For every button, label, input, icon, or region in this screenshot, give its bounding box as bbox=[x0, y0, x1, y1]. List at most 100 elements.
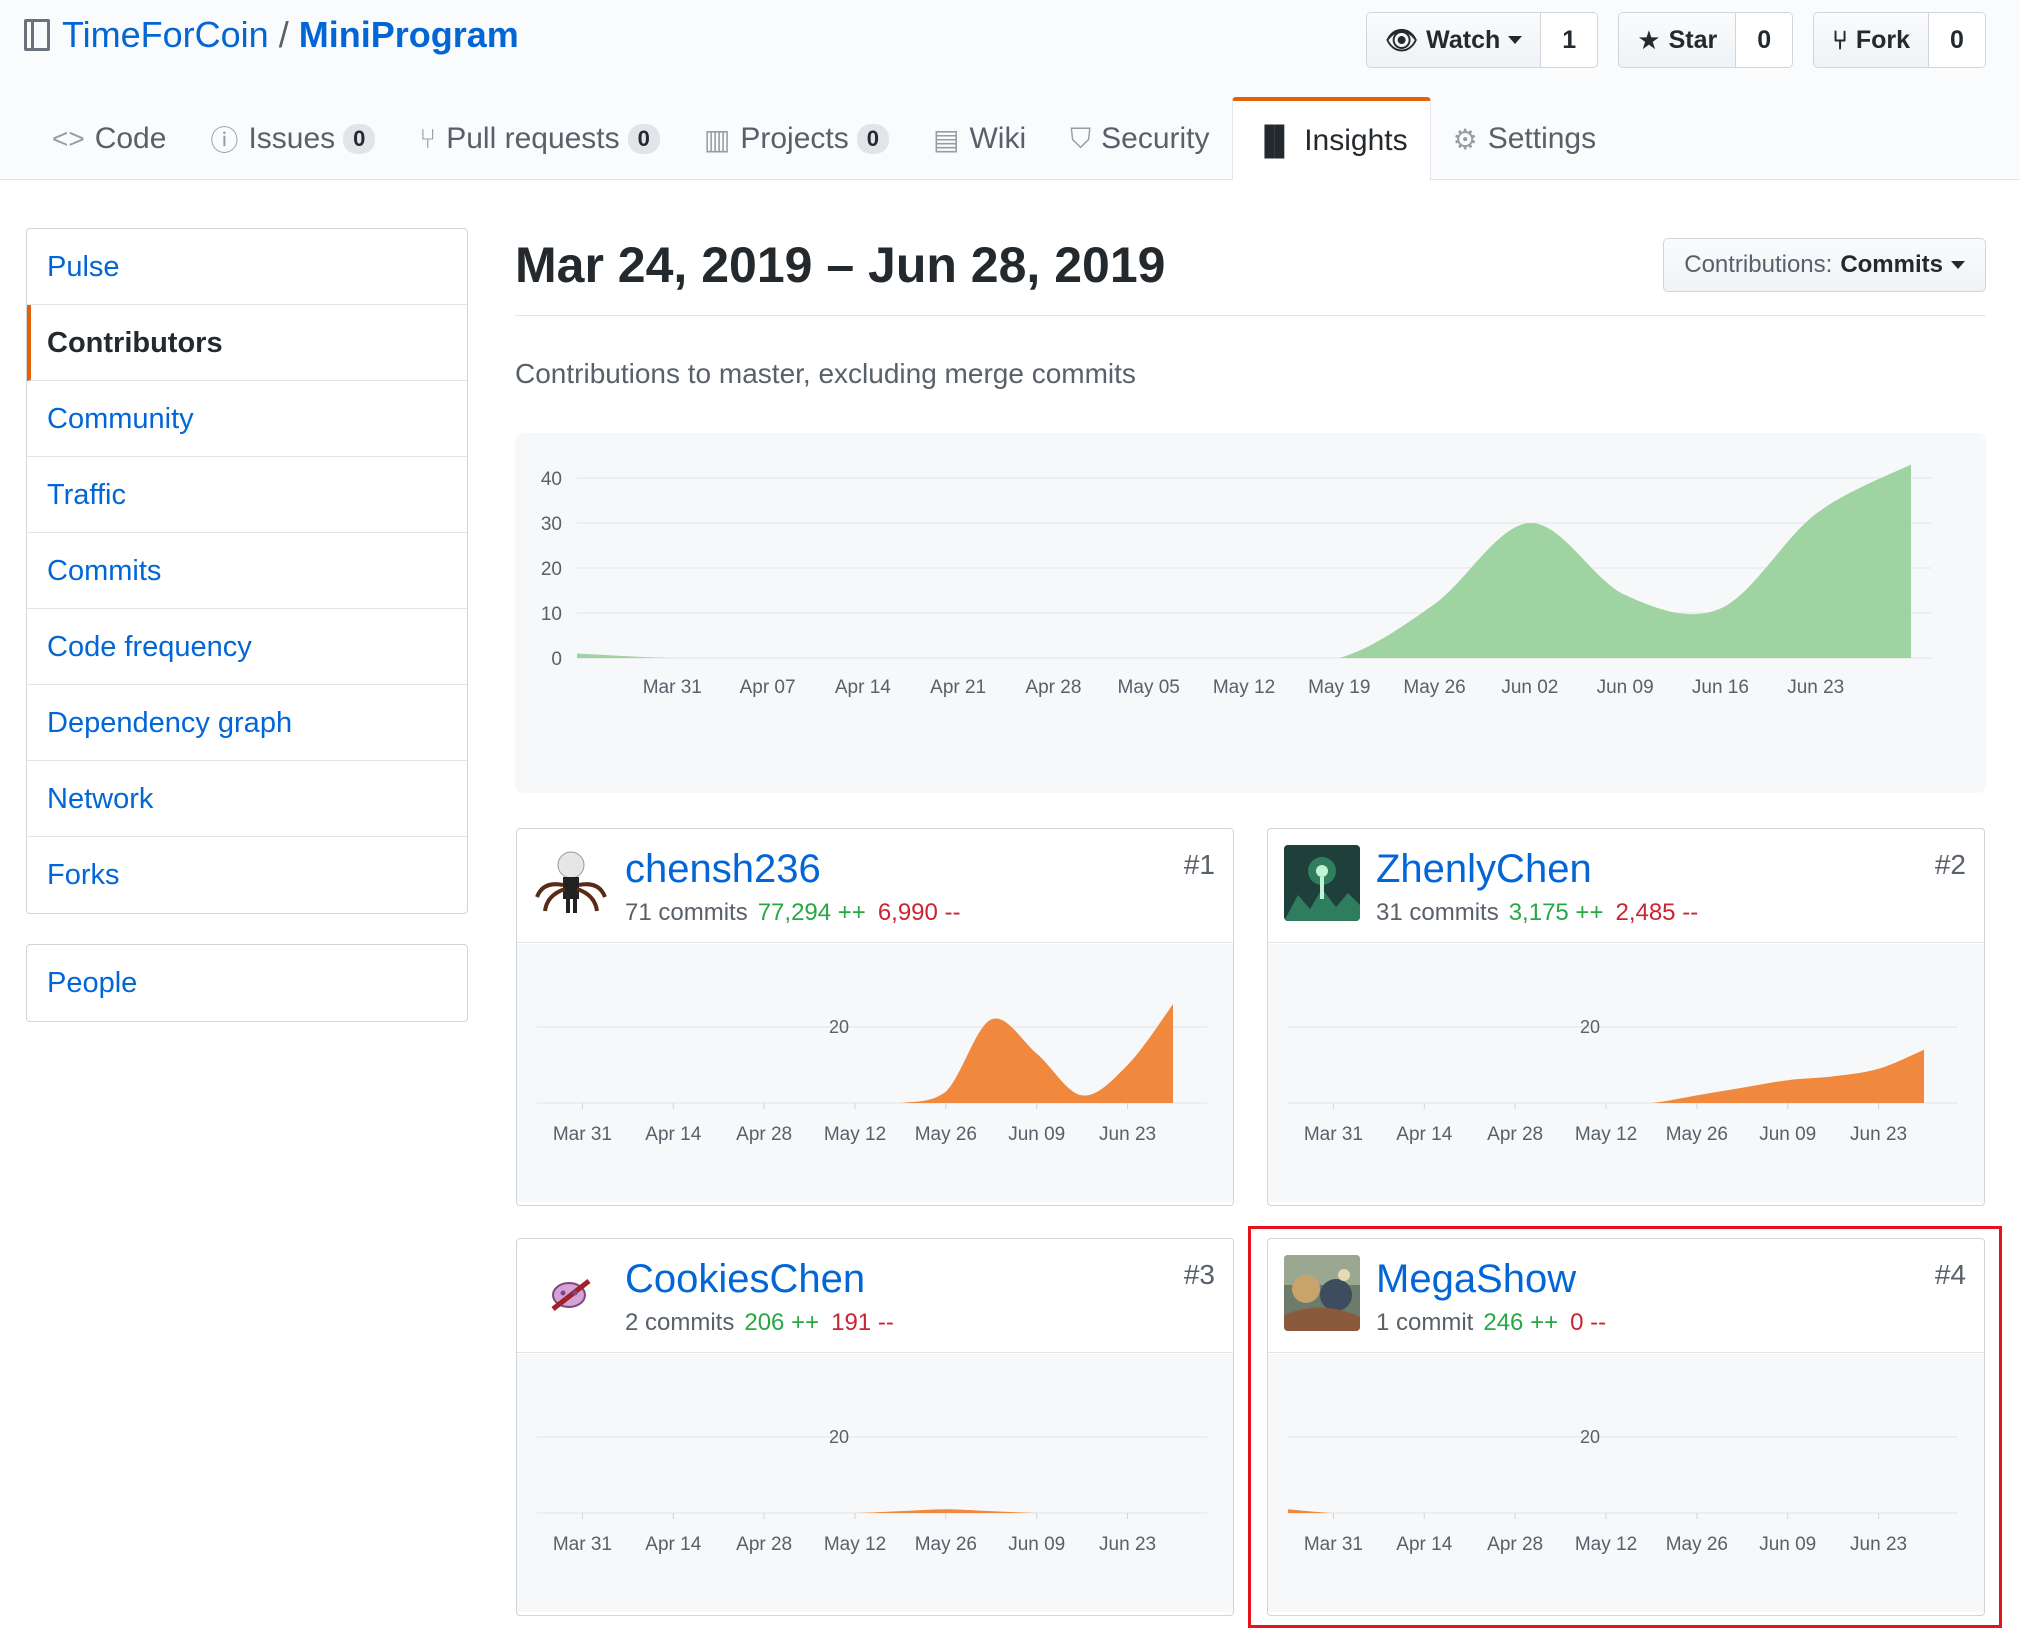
people-menu: People bbox=[26, 944, 468, 1022]
x-tick-label: Apr 28 bbox=[1487, 1124, 1543, 1145]
repo-name-link[interactable]: MiniProgram bbox=[299, 14, 519, 56]
contributor-login-link[interactable]: CookiesChen bbox=[625, 1257, 865, 1302]
contributor-chart: 20 Mar 31 Apr 14 Apr 28 May 12 May 26 Jun 09 Ju… bbox=[517, 1354, 1233, 1612]
avatar[interactable] bbox=[1284, 845, 1360, 921]
x-tick-label: Apr 14 bbox=[645, 1124, 701, 1145]
project-icon: ▥ bbox=[703, 123, 731, 155]
x-tick-label: May 26 bbox=[915, 1124, 977, 1145]
contributor-stats: 2 commits 206 ++ 191 -- bbox=[625, 1309, 894, 1337]
contributor-card: ZhenlyChen 31 commits 3,175 ++ 2,485 -- #2… bbox=[1267, 828, 1985, 1206]
x-tick-label: Mar 31 bbox=[553, 1124, 612, 1145]
menu-item-network[interactable]: Network bbox=[27, 761, 467, 837]
menu-item-forks[interactable]: Forks bbox=[27, 837, 467, 913]
x-tick-label: May 12 bbox=[824, 1124, 886, 1145]
menu-item-contributors[interactable]: Contributors bbox=[27, 305, 467, 381]
tab-label: Settings bbox=[1487, 122, 1597, 155]
menu-item-people[interactable]: People bbox=[27, 945, 467, 1021]
x-tick-label: Apr 14 bbox=[645, 1534, 701, 1555]
menu-item-community[interactable]: Community bbox=[27, 381, 467, 457]
contributor-login-link[interactable]: ZhenlyChen bbox=[1376, 847, 1592, 892]
x-tick-label: Mar 31 bbox=[553, 1534, 612, 1555]
pull-request-icon: ⑂ bbox=[419, 123, 437, 154]
x-tick-label: Apr 28 bbox=[1025, 677, 1081, 698]
commit-count[interactable]: 71 commits bbox=[625, 899, 748, 926]
tab-security[interactable]: ⛉ Security bbox=[1048, 98, 1231, 180]
contributor-rank: #3 bbox=[1183, 1259, 1215, 1290]
y-tick-label: 10 bbox=[541, 604, 562, 625]
watch-count[interactable]: 1 bbox=[1541, 13, 1598, 67]
tab-label: Pull requests bbox=[446, 122, 620, 155]
commit-count[interactable]: 31 commits bbox=[1376, 899, 1499, 926]
commit-count[interactable]: 2 commits bbox=[625, 1309, 734, 1336]
fork-button[interactable]: ⑂ Fork bbox=[1814, 13, 1929, 67]
y-tick-label: 20 bbox=[829, 1017, 849, 1037]
gear-icon: ⚙ bbox=[1452, 123, 1478, 155]
header-divider bbox=[515, 315, 1986, 316]
tab-pull-requests[interactable]: ⑂ Pull requests 0 bbox=[397, 98, 682, 180]
tab-insights[interactable]: ▐▌ Insights bbox=[1231, 97, 1431, 181]
x-tick-label: Apr 21 bbox=[930, 677, 986, 698]
x-tick-label: Mar 31 bbox=[643, 677, 702, 698]
fork-count[interactable]: 0 bbox=[1929, 13, 1985, 67]
menu-item-commits[interactable]: Commits bbox=[27, 533, 467, 609]
star-button[interactable]: ★ Star bbox=[1619, 13, 1737, 67]
star-group: ★ Star 0 bbox=[1618, 12, 1794, 68]
x-tick-label: Jun 09 bbox=[1008, 1124, 1065, 1145]
deletions-count: 2,485 -- bbox=[1615, 899, 1699, 926]
x-tick-label: Apr 07 bbox=[740, 677, 796, 698]
x-tick-label: Apr 14 bbox=[835, 677, 891, 698]
x-tick-label: May 12 bbox=[824, 1534, 886, 1555]
tab-issues[interactable]: ⓘ Issues 0 bbox=[188, 98, 397, 180]
deletions-count: 6,990 -- bbox=[877, 899, 961, 926]
x-tick-label: Jun 02 bbox=[1501, 677, 1558, 698]
watch-group: 👁 Watch 1 bbox=[1366, 12, 1599, 68]
tab-counter: 0 bbox=[856, 124, 889, 154]
x-tick-label: Jun 23 bbox=[1099, 1124, 1156, 1145]
x-tick-label: Jun 23 bbox=[1787, 677, 1844, 698]
x-tick-label: Apr 28 bbox=[736, 1534, 792, 1555]
y-tick-label: 20 bbox=[541, 559, 562, 580]
commits-area bbox=[537, 1509, 1173, 1513]
x-tick-label: Jun 16 bbox=[1692, 677, 1749, 698]
shield-icon: ⛉ bbox=[1070, 122, 1092, 154]
x-tick-label: May 26 bbox=[915, 1534, 977, 1555]
contributor-login-link[interactable]: chensh236 bbox=[625, 847, 821, 892]
commits-area bbox=[1288, 1049, 1924, 1103]
contributor-card: chensh236 71 commits 77,294 ++ 6,990 -- #1… bbox=[516, 828, 1234, 1206]
y-tick-label: 0 bbox=[551, 649, 562, 670]
menu-item-pulse[interactable]: Pulse bbox=[27, 229, 467, 305]
eye-icon: 👁 bbox=[1385, 24, 1419, 55]
tab-settings[interactable]: ⚙ Settings bbox=[1431, 98, 1619, 180]
tab-label: Security bbox=[1101, 122, 1210, 155]
tab-label: Wiki bbox=[969, 122, 1027, 155]
tab-projects[interactable]: ▥ Projects 0 bbox=[682, 98, 911, 180]
insights-menu: Pulse Contributors Community Traffic Com… bbox=[26, 228, 468, 914]
repo-owner-link[interactable]: TimeForCoin bbox=[62, 14, 269, 56]
contributor-rank: #2 bbox=[1934, 849, 1966, 880]
x-tick-label: Apr 14 bbox=[1396, 1124, 1452, 1145]
watch-button[interactable]: 👁 Watch bbox=[1367, 13, 1542, 67]
commits-area bbox=[537, 1004, 1173, 1103]
tab-wiki[interactable]: ▤ Wiki bbox=[911, 98, 1048, 180]
contributor-chart-svg: 20 Mar 31 Apr 14 Apr 28 May 12 May 26 Jun 09 Ju… bbox=[1288, 1017, 1958, 1145]
avatar[interactable] bbox=[533, 1255, 609, 1331]
avatar[interactable] bbox=[533, 845, 609, 921]
star-count[interactable]: 0 bbox=[1736, 13, 1793, 67]
tab-counter: 0 bbox=[343, 124, 376, 154]
x-tick-label: May 26 bbox=[1403, 677, 1465, 698]
menu-item-code-frequency[interactable]: Code frequency bbox=[27, 609, 467, 685]
menu-item-dependency-graph[interactable]: Dependency graph bbox=[27, 685, 467, 761]
menu-item-traffic[interactable]: Traffic bbox=[27, 457, 467, 533]
x-tick-label: Jun 23 bbox=[1099, 1534, 1156, 1555]
watch-label: Watch bbox=[1426, 25, 1501, 54]
tab-counter: 0 bbox=[627, 124, 660, 154]
x-tick-label: May 26 bbox=[1666, 1124, 1728, 1145]
contributor-stats: 71 commits 77,294 ++ 6,990 -- bbox=[625, 899, 961, 927]
x-tick-label: Jun 09 bbox=[1597, 677, 1654, 698]
contributor-chart-svg: 20 Mar 31 Apr 14 Apr 28 May 12 May 26 Jun 09 Ju… bbox=[537, 1004, 1207, 1145]
deletions-count: 191 -- bbox=[831, 1309, 894, 1336]
highlight-box bbox=[1248, 1226, 2002, 1628]
tab-code[interactable]: <> Code bbox=[30, 98, 188, 180]
additions-count: 3,175 ++ bbox=[1508, 899, 1604, 926]
contributions-select[interactable]: Contributions: Commits bbox=[1663, 238, 1986, 292]
